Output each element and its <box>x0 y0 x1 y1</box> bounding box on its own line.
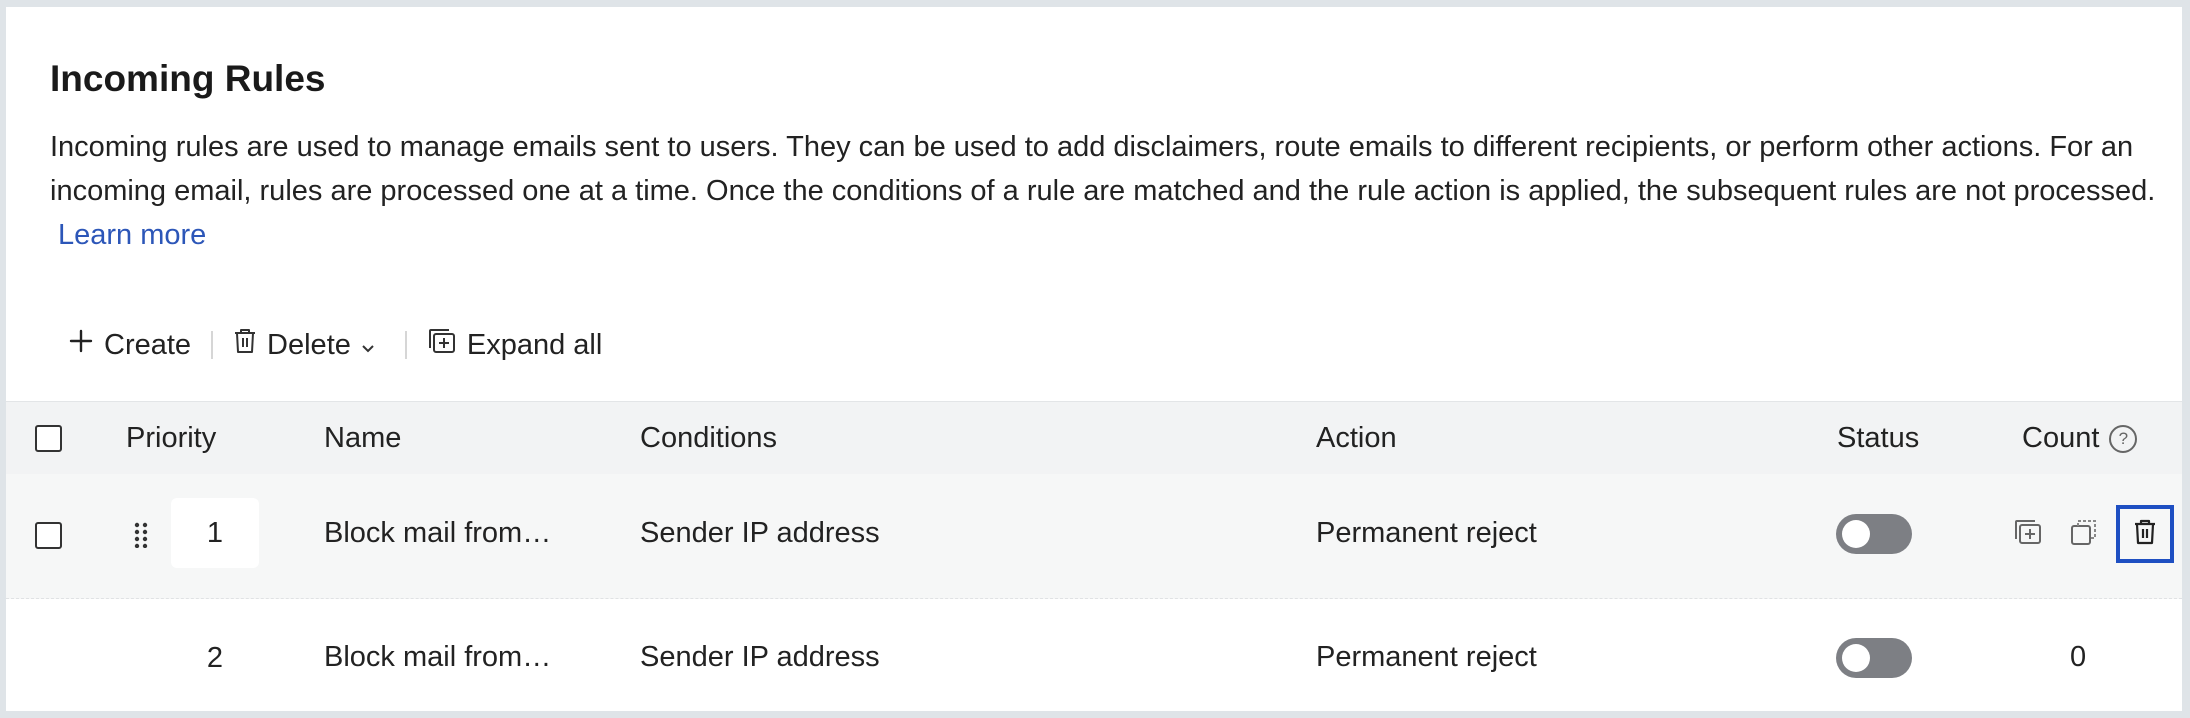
page-title: Incoming Rules <box>50 58 326 99</box>
column-status: Status <box>1837 422 1920 454</box>
rule-conditions: Sender IP address <box>640 641 880 673</box>
create-label: Create <box>104 328 192 361</box>
toggle-knob <box>1842 520 1870 548</box>
rule-conditions: Sender IP address <box>640 517 880 549</box>
rule-action: Permanent reject <box>1316 517 1537 549</box>
expand-all-label: Expand all <box>466 328 603 361</box>
rule-name[interactable]: Block mail from… <box>324 641 551 674</box>
priority-value[interactable]: 1 <box>171 498 259 568</box>
column-action: Action <box>1316 422 1397 454</box>
page-description: Incoming rules are used to manage emails… <box>50 125 2160 257</box>
question-circle-icon[interactable]: ? <box>2109 425 2138 453</box>
duplicate-button[interactable] <box>2008 514 2048 554</box>
copy-icon <box>2069 517 2099 552</box>
toggle-knob <box>1842 644 1870 672</box>
column-count: Count? <box>2022 422 2138 455</box>
drag-handle-icon[interactable] <box>133 522 149 553</box>
row-checkbox[interactable] <box>35 522 62 549</box>
column-name[interactable]: Name <box>324 422 401 455</box>
rule-action: Permanent reject <box>1316 641 1537 673</box>
chevron-down-icon <box>361 329 385 362</box>
trash-icon <box>2133 518 2157 551</box>
description-text: Incoming rules are used to manage emails… <box>50 131 2156 207</box>
delete-button[interactable]: Delete <box>213 327 405 363</box>
rule-name[interactable]: Block mail from… <box>324 517 551 550</box>
column-conditions: Conditions <box>640 422 778 454</box>
column-priority[interactable]: Priority <box>126 422 216 455</box>
expand-all-icon <box>427 327 467 363</box>
select-all-checkbox[interactable] <box>35 425 62 452</box>
learn-more-link[interactable]: Learn more <box>58 219 206 251</box>
table-row[interactable]: 1 Block mail from… Sender IP address Per… <box>6 474 2182 599</box>
expand-all-button[interactable]: Expand all <box>407 327 622 363</box>
delete-label: Delete <box>267 328 351 361</box>
table-row[interactable]: 2 Block mail from… Sender IP address Per… <box>6 599 2182 711</box>
priority-value: 2 <box>206 641 224 674</box>
column-count-label: Count <box>2022 422 2100 454</box>
status-toggle[interactable] <box>1836 514 1912 554</box>
rule-count: 0 <box>2070 641 2087 673</box>
duplicate-icon <box>2013 518 2043 551</box>
trash-icon <box>233 327 267 363</box>
table-header: Priority Name Conditions Action Status C… <box>6 401 2182 475</box>
status-toggle[interactable] <box>1836 638 1912 678</box>
toolbar: Create Delete Expand all <box>50 322 622 368</box>
plus-icon <box>68 328 104 362</box>
copy-button[interactable] <box>2064 514 2104 554</box>
create-button[interactable]: Create <box>50 328 211 362</box>
incoming-rules-panel: Incoming Rules Incoming rules are used t… <box>6 7 2182 711</box>
delete-rule-button[interactable] <box>2116 505 2174 563</box>
